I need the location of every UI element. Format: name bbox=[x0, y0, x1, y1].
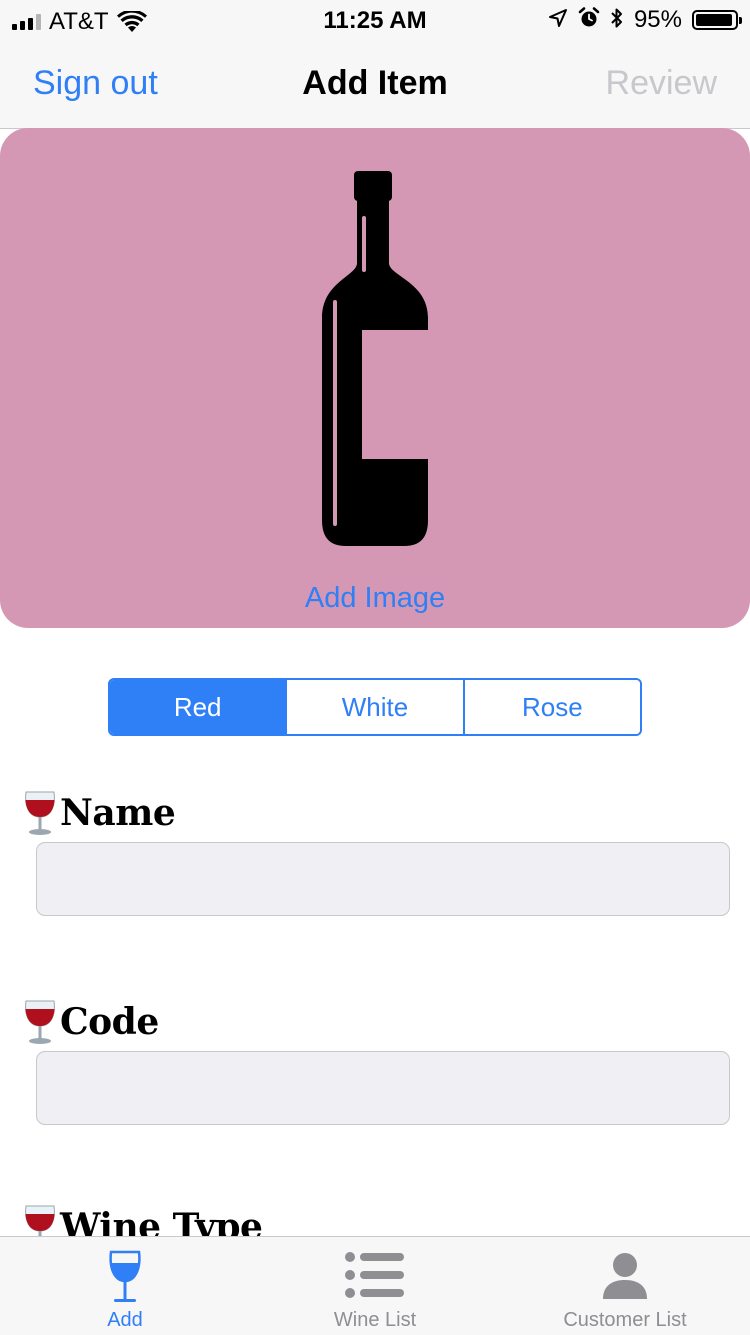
wine-glass-icon bbox=[109, 1250, 141, 1302]
segment-rose[interactable]: Rose bbox=[462, 680, 640, 734]
name-label-text: Name bbox=[60, 792, 176, 834]
person-icon bbox=[603, 1253, 647, 1299]
status-right: 95% bbox=[548, 6, 742, 34]
alarm-icon bbox=[578, 6, 600, 34]
name-field[interactable] bbox=[36, 842, 730, 916]
image-picker-card[interactable]: Add Image bbox=[0, 128, 750, 628]
code-label: Code bbox=[22, 999, 159, 1045]
tab-add-label: Add bbox=[107, 1309, 143, 1331]
battery-fill bbox=[696, 14, 732, 26]
battery-percent: 95% bbox=[633, 6, 682, 33]
segment-white[interactable]: White bbox=[285, 680, 463, 734]
tab-wine-list[interactable]: Wine List bbox=[250, 1237, 500, 1335]
battery-icon bbox=[692, 10, 742, 30]
name-label: Name bbox=[22, 790, 176, 836]
navigation-bar: Sign out Add Item Review bbox=[0, 40, 750, 129]
wine-bottle-icon bbox=[322, 171, 428, 546]
tab-customer-list[interactable]: Customer List bbox=[500, 1237, 750, 1335]
bluetooth-icon bbox=[610, 7, 624, 34]
status-bar: AT&T 11:25 AM 95% bbox=[0, 0, 750, 40]
tab-customer-list-label: Customer List bbox=[563, 1309, 687, 1331]
tab-add[interactable]: Add bbox=[0, 1237, 250, 1335]
segment-red[interactable]: Red bbox=[110, 680, 286, 734]
wine-color-segmented-control: Red White Rose bbox=[108, 678, 642, 736]
review-button[interactable]: Review bbox=[606, 64, 717, 103]
tab-bar: Add Wine List Customer List bbox=[0, 1236, 750, 1335]
wine-glass-icon bbox=[25, 1000, 55, 1044]
tab-wine-list-label: Wine List bbox=[333, 1309, 417, 1331]
list-icon bbox=[345, 1252, 404, 1298]
location-arrow-icon bbox=[548, 8, 568, 33]
wine-glass-icon bbox=[25, 791, 55, 835]
code-label-text: Code bbox=[60, 1001, 159, 1043]
add-image-button[interactable]: Add Image bbox=[0, 582, 750, 615]
code-field[interactable] bbox=[36, 1051, 730, 1125]
